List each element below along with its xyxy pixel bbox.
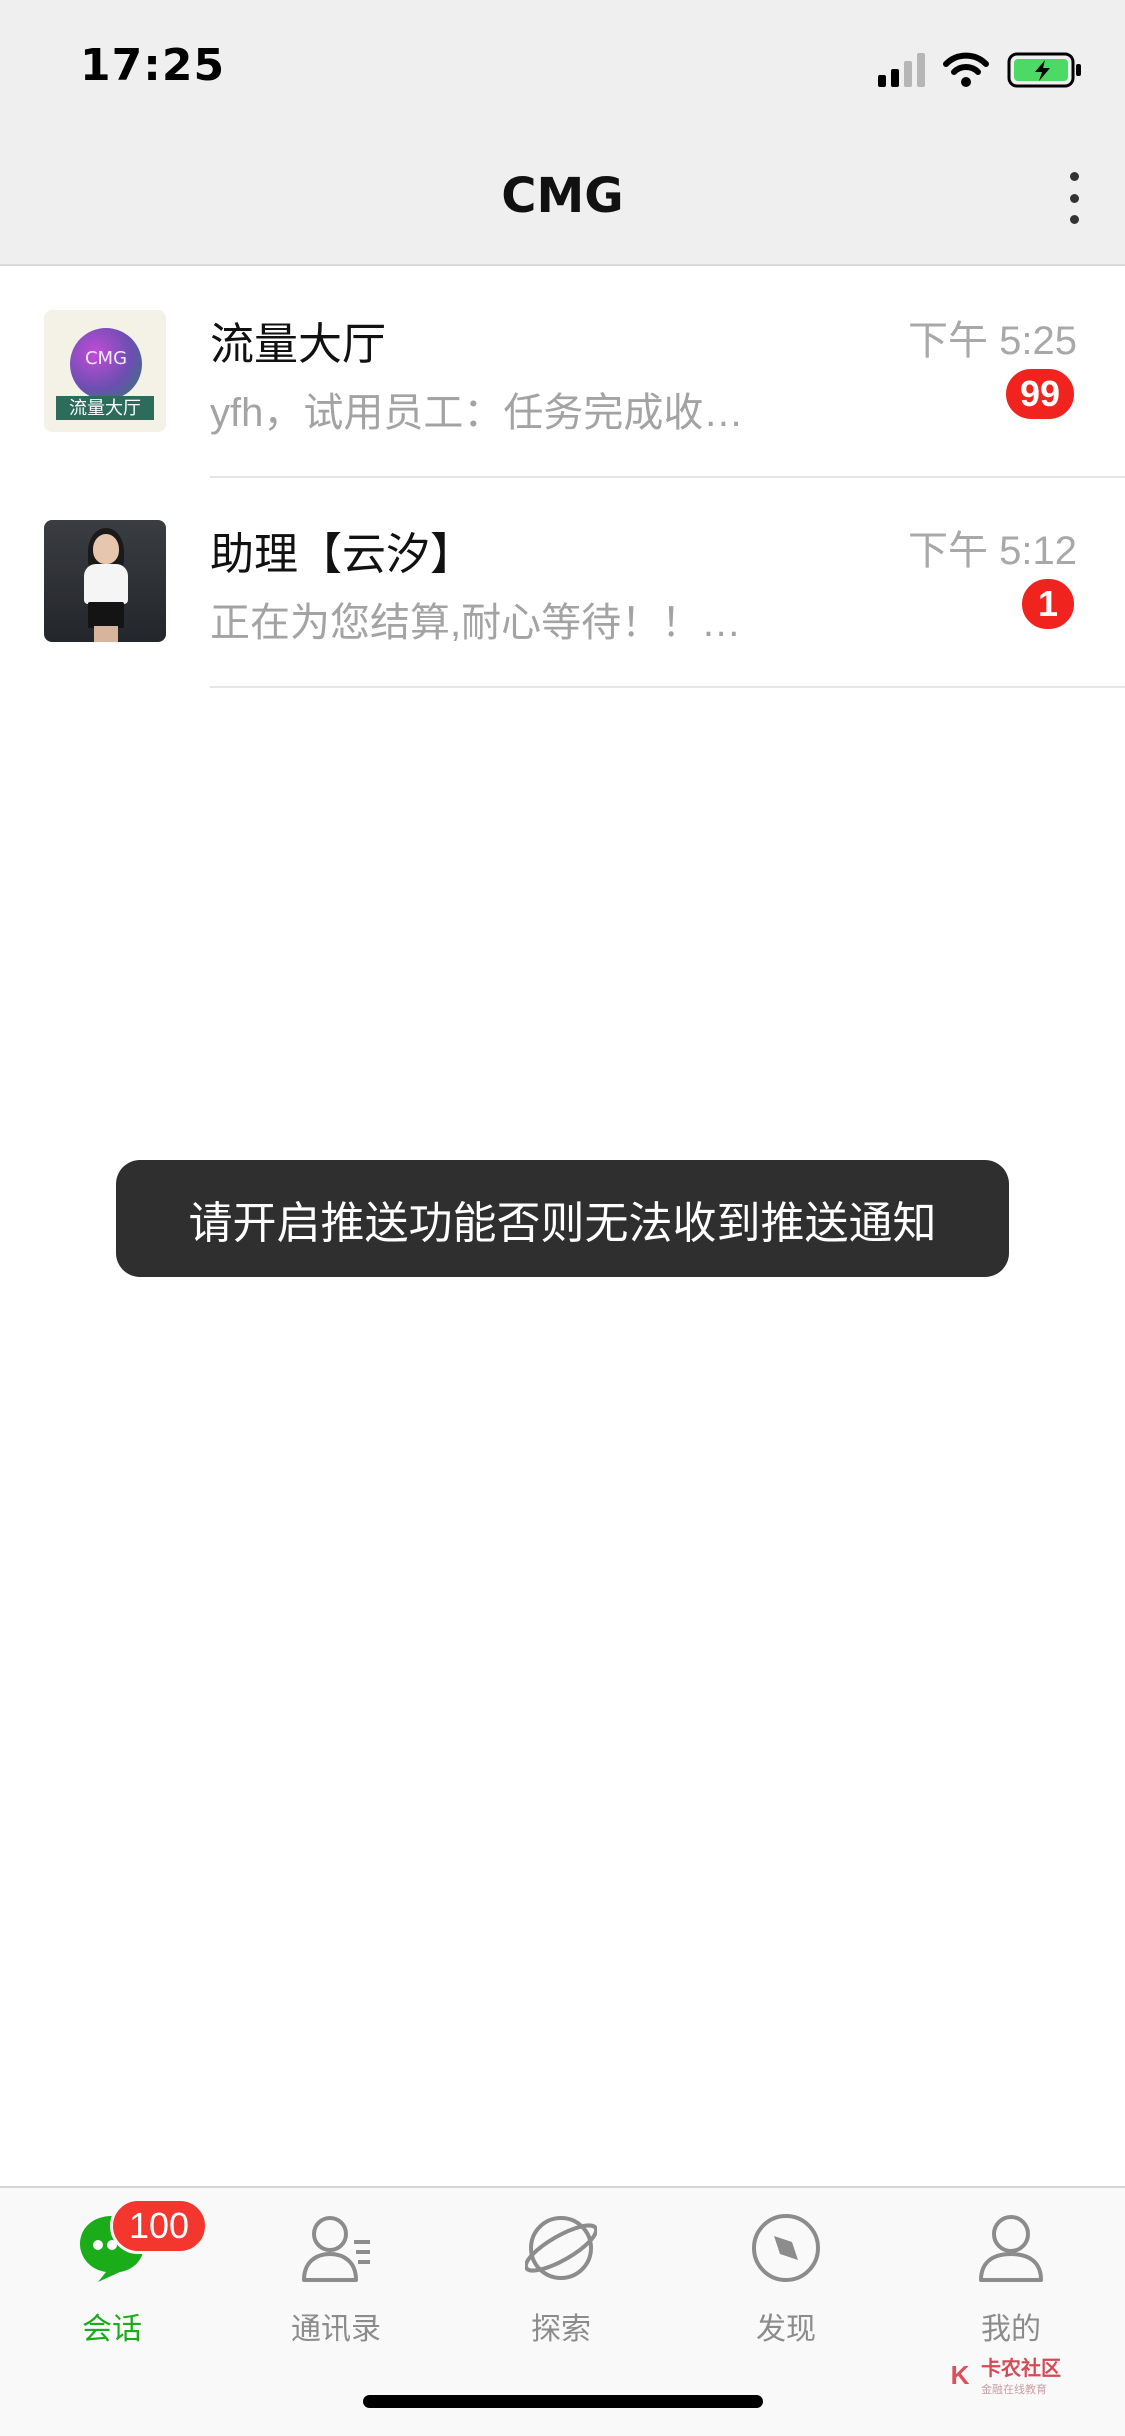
- avatar: [44, 520, 166, 642]
- tab-label: 我的: [981, 2313, 1041, 2346]
- watermark-title: 卡农社区: [981, 2358, 1061, 2380]
- cellular-signal-icon: [878, 53, 925, 87]
- screen: 17:25 CMG CMG 流量大厅 流量大厅 yfh，试用员工：任务完成收… …: [0, 0, 1125, 2436]
- tab-badge: 100: [110, 2198, 209, 2254]
- avatar: CMG 流量大厅: [44, 310, 166, 432]
- chat-name: 助理【云汐】: [210, 530, 474, 579]
- tab-label: 发现: [756, 2313, 816, 2346]
- home-indicator[interactable]: [363, 2395, 763, 2408]
- tab-label: 探索: [531, 2313, 591, 2346]
- unread-badge: 1: [1019, 576, 1077, 632]
- divider: [210, 686, 1125, 688]
- compass-icon: [752, 2214, 820, 2282]
- status-time: 17:25: [80, 40, 226, 91]
- tab-label: 通讯录: [291, 2313, 381, 2346]
- watermark: K 卡农社区 金融在线教育: [945, 2352, 1061, 2397]
- tab-me[interactable]: 我的: [931, 2212, 1091, 2352]
- chat-preview: 正在为您结算,耐心等待！！…: [210, 601, 742, 645]
- avatar-caption: 流量大厅: [56, 396, 154, 420]
- tab-contacts[interactable]: 通讯录: [256, 2212, 416, 2352]
- chat-time: 下午 5:25: [908, 319, 1077, 363]
- more-options-icon[interactable]: [1059, 166, 1089, 230]
- tab-explore[interactable]: 探索: [481, 2212, 641, 2352]
- contacts-icon: [302, 2216, 370, 2282]
- wifi-icon: [943, 52, 989, 87]
- push-notification-toast: 请开启推送功能否则无法收到推送通知: [116, 1160, 1009, 1277]
- watermark-subtitle: 金融在线教育: [981, 2384, 1047, 2396]
- chat-row-assistant[interactable]: 助理【云汐】 正在为您结算,耐心等待！！… 下午 5:12 1: [0, 478, 1125, 688]
- chat-row-traffic-hall[interactable]: CMG 流量大厅 流量大厅 yfh，试用员工：任务完成收… 下午 5:25 99: [0, 268, 1125, 478]
- tab-discover[interactable]: 发现: [706, 2212, 866, 2352]
- battery-icon: [1007, 52, 1081, 88]
- page-title: CMG: [501, 168, 624, 224]
- chat-list: CMG 流量大厅 流量大厅 yfh，试用员工：任务完成收… 下午 5:25 99…: [0, 268, 1125, 688]
- profile-icon: [979, 2215, 1043, 2282]
- tab-conversations[interactable]: 会话 100: [32, 2198, 209, 2352]
- watermark-logo-icon: K: [950, 2359, 970, 2390]
- chat-preview: yfh，试用员工：任务完成收…: [210, 391, 744, 435]
- status-icons: [878, 48, 1083, 92]
- avatar-logo: CMG: [84, 348, 128, 369]
- chat-time: 下午 5:12: [908, 529, 1077, 573]
- planet-icon: [525, 2216, 597, 2280]
- top-bar: 17:25 CMG: [0, 0, 1125, 266]
- unread-badge: 99: [1002, 366, 1077, 422]
- chat-name: 流量大厅: [210, 320, 386, 369]
- tab-label: 会话: [82, 2313, 142, 2346]
